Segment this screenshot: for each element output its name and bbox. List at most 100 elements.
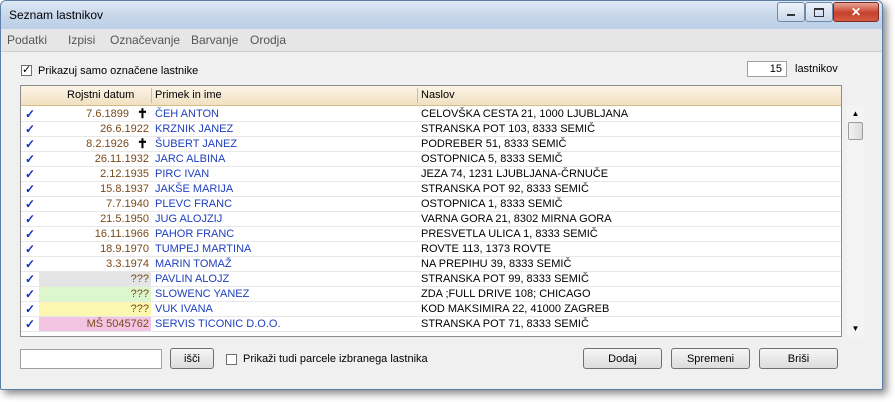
table-row[interactable]: ✓ 26.6.1922 KRZNIK JANEZ STRANSKA POT 103, …	[21, 122, 841, 137]
show-parcels-label: Prikaži tudi parcele izbranega lastnika	[243, 353, 428, 365]
menu-bar: Podatki Izpisi Označevanje Barvanje Orod…	[1, 29, 882, 52]
scroll-down-button[interactable]: ▼	[847, 320, 864, 337]
close-icon: ✕	[850, 5, 862, 19]
birth-date: MŠ 5045762	[39, 317, 151, 331]
mark-check-icon: ✓	[24, 122, 36, 136]
table-row[interactable]: ✓ 7.7.1940 PLEVC FRANC OSTOPNICA 1, 8333 SE…	[21, 197, 841, 212]
owner-name: PAHOR FRANC	[155, 228, 235, 240]
table-row[interactable]: ✓ 18.9.1970 TUMPEJ MARTINA ROVTE 113, 1373 …	[21, 242, 841, 257]
birth-date: 15.8.1937	[100, 183, 149, 195]
birth-date: 2.12.1935	[100, 168, 149, 180]
mark-check-icon: ✓	[24, 152, 36, 166]
column-divider[interactable]	[151, 88, 152, 103]
table-row[interactable]: ✓??? SLOWENC YANEZ ZDA ;FULL DRIVE 108; CH…	[21, 287, 841, 302]
column-divider[interactable]	[417, 88, 418, 103]
deceased-cross-icon: ✝	[137, 136, 148, 151]
title-bar: Seznam lastnikov ✕	[1, 1, 882, 29]
owner-address: STRANSKA POT 99, 8333 SEMIČ	[421, 273, 589, 285]
owner-address: STRANSKA POT 103, 8333 SEMIČ	[421, 123, 596, 135]
menu-oznacevanje[interactable]: Označevanje	[110, 33, 180, 47]
menu-orodja[interactable]: Orodja	[250, 33, 286, 47]
mark-check-icon: ✓	[24, 107, 36, 121]
arrow-down-icon: ▼	[851, 324, 860, 333]
table-row[interactable]: ✓ 15.8.1937 JAKŠE MARIJA STRANSKA POT 92, 8…	[21, 182, 841, 197]
add-button[interactable]: Dodaj	[583, 348, 662, 369]
show-parcels-checkbox[interactable]	[226, 354, 237, 365]
minimize-icon	[787, 14, 795, 16]
mark-check-icon: ✓	[24, 302, 36, 316]
menu-podatki[interactable]: Podatki	[7, 33, 47, 47]
delete-button[interactable]: Briši	[759, 348, 838, 369]
owner-count: 15	[747, 61, 787, 77]
table-row[interactable]: ✓ 7.6.1899 ✝ ČEH ANTON CELOVŠKA CESTA 21, 10…	[21, 107, 841, 122]
scroll-thumb[interactable]	[848, 122, 863, 140]
owner-name: ŠUBERT JANEZ	[155, 138, 238, 150]
mark-check-icon: ✓	[24, 167, 36, 181]
table-row[interactable]: ✓ 26.11.1932 JARC ALBINA OSTOPNICA 5, 8333 …	[21, 152, 841, 167]
mark-check-icon: ✓	[24, 182, 36, 196]
owner-address: PODREBER 51, 8333 SEMIČ	[421, 138, 567, 150]
column-date[interactable]: Rojstni datum	[67, 89, 134, 101]
mark-check-icon: ✓	[24, 227, 36, 241]
owner-name: ČEH ANTON	[155, 108, 219, 120]
owner-address: PRESVETLA ULICA 1, 8333 SEMIČ	[421, 228, 598, 240]
table-row[interactable]: ✓ 2.12.1935 PIRC IVAN JEZA 74, 1231 LJUBLJA…	[21, 167, 841, 182]
table-row[interactable]: ✓ 8.2.1926 ✝ ŠUBERT JANEZ PODREBER 51, 8333 …	[21, 137, 841, 152]
column-name[interactable]: Primek in ime	[155, 89, 222, 101]
close-button[interactable]: ✕	[833, 2, 879, 22]
table-row[interactable]: ✓ 16.11.1966 PAHOR FRANC PRESVETLA ULICA 1,…	[21, 227, 841, 242]
birth-date: 7.7.1940	[106, 198, 149, 210]
birth-date: ???	[39, 302, 151, 316]
owner-address: CELOVŠKA CESTA 21, 1000 LJUBLJANA	[421, 108, 629, 120]
table-row[interactable]: ✓ MŠ 5045762 SERVIS TICONIC D.O.O. STRANSKA…	[21, 317, 841, 332]
menu-izpisi[interactable]: Izpisi	[68, 33, 95, 47]
owner-count-unit: lastnikov	[795, 63, 838, 75]
mark-check-icon: ✓	[24, 257, 36, 271]
table-row[interactable]: ✓ 21.5.1950 JUG ALOJZIJ VARNA GORA 21, 8302…	[21, 212, 841, 227]
table-row[interactable]: ✓??? VUK IVANA KOD MAKSIMIRA 22, 41000 ZAG…	[21, 302, 841, 317]
owner-address: OSTOPNICA 1, 8333 SEMIČ	[421, 198, 563, 210]
owner-address: JEZA 74, 1231 LJUBLJANA-ČRNUČE	[421, 168, 609, 180]
owner-address: STRANSKA POT 71, 8333 SEMIČ	[421, 318, 589, 330]
search-input[interactable]	[20, 349, 162, 369]
birth-date: 8.2.1926	[86, 138, 129, 150]
owner-address: OSTOPNICA 5, 8333 SEMIČ	[421, 153, 563, 165]
table-row[interactable]: ✓ 3.3.1974 MARIN TOMAŽ NA PREPIHU 39, 8333 …	[21, 257, 841, 272]
birth-date: 7.6.1899	[86, 108, 129, 120]
birth-date: 3.3.1974	[106, 258, 149, 270]
deceased-cross-icon: ✝	[137, 106, 148, 121]
maximize-button[interactable]	[805, 2, 833, 22]
minimize-button[interactable]	[777, 2, 805, 22]
mark-check-icon: ✓	[24, 212, 36, 226]
column-address[interactable]: Naslov	[421, 89, 455, 101]
owner-address: STRANSKA POT 92, 8333 SEMIČ	[421, 183, 589, 195]
birth-date: ???	[39, 287, 151, 301]
owner-name: SERVIS TICONIC D.O.O.	[155, 318, 281, 330]
scroll-up-button[interactable]: ▲	[847, 105, 864, 122]
mark-check-icon: ✓	[24, 317, 36, 331]
owner-address: ROVTE 113, 1373 ROVTE	[421, 243, 552, 255]
birth-date: 18.9.1970	[100, 243, 149, 255]
birth-date: ???	[39, 272, 151, 286]
owner-name: KRZNIK JANEZ	[155, 123, 234, 135]
owner-address: NA PREPIHU 39, 8333 SEMIČ	[421, 258, 572, 270]
owner-name: TUMPEJ MARTINA	[155, 243, 252, 255]
list-header: Rojstni datum Primek in ime Naslov	[21, 86, 841, 106]
owner-name: JAKŠE MARIJA	[155, 183, 234, 195]
birth-date: 26.11.1932	[94, 153, 149, 165]
owners-window: Seznam lastnikov ✕ Podatki Izpisi Označe…	[0, 0, 883, 390]
edit-button[interactable]: Spremeni	[671, 348, 750, 369]
owner-name: JARC ALBINA	[155, 153, 226, 165]
table-row[interactable]: ✓??? PAVLIN ALOJZ STRANSKA POT 99, 8333 SE…	[21, 272, 841, 287]
owner-address: VARNA GORA 21, 8302 MIRNA GORA	[421, 213, 612, 225]
vertical-scrollbar[interactable]: ▲ ▼	[847, 105, 864, 337]
show-marked-checkbox[interactable]: ✓	[21, 64, 32, 76]
window-title: Seznam lastnikov	[9, 8, 104, 22]
birth-date: 21.5.1950	[100, 213, 149, 225]
mark-check-icon: ✓	[24, 287, 36, 301]
menu-barvanje[interactable]: Barvanje	[191, 33, 238, 47]
maximize-icon	[814, 7, 824, 17]
mark-check-icon: ✓	[24, 272, 36, 286]
mark-check-icon: ✓	[24, 137, 36, 151]
search-button[interactable]: išči	[170, 348, 214, 369]
